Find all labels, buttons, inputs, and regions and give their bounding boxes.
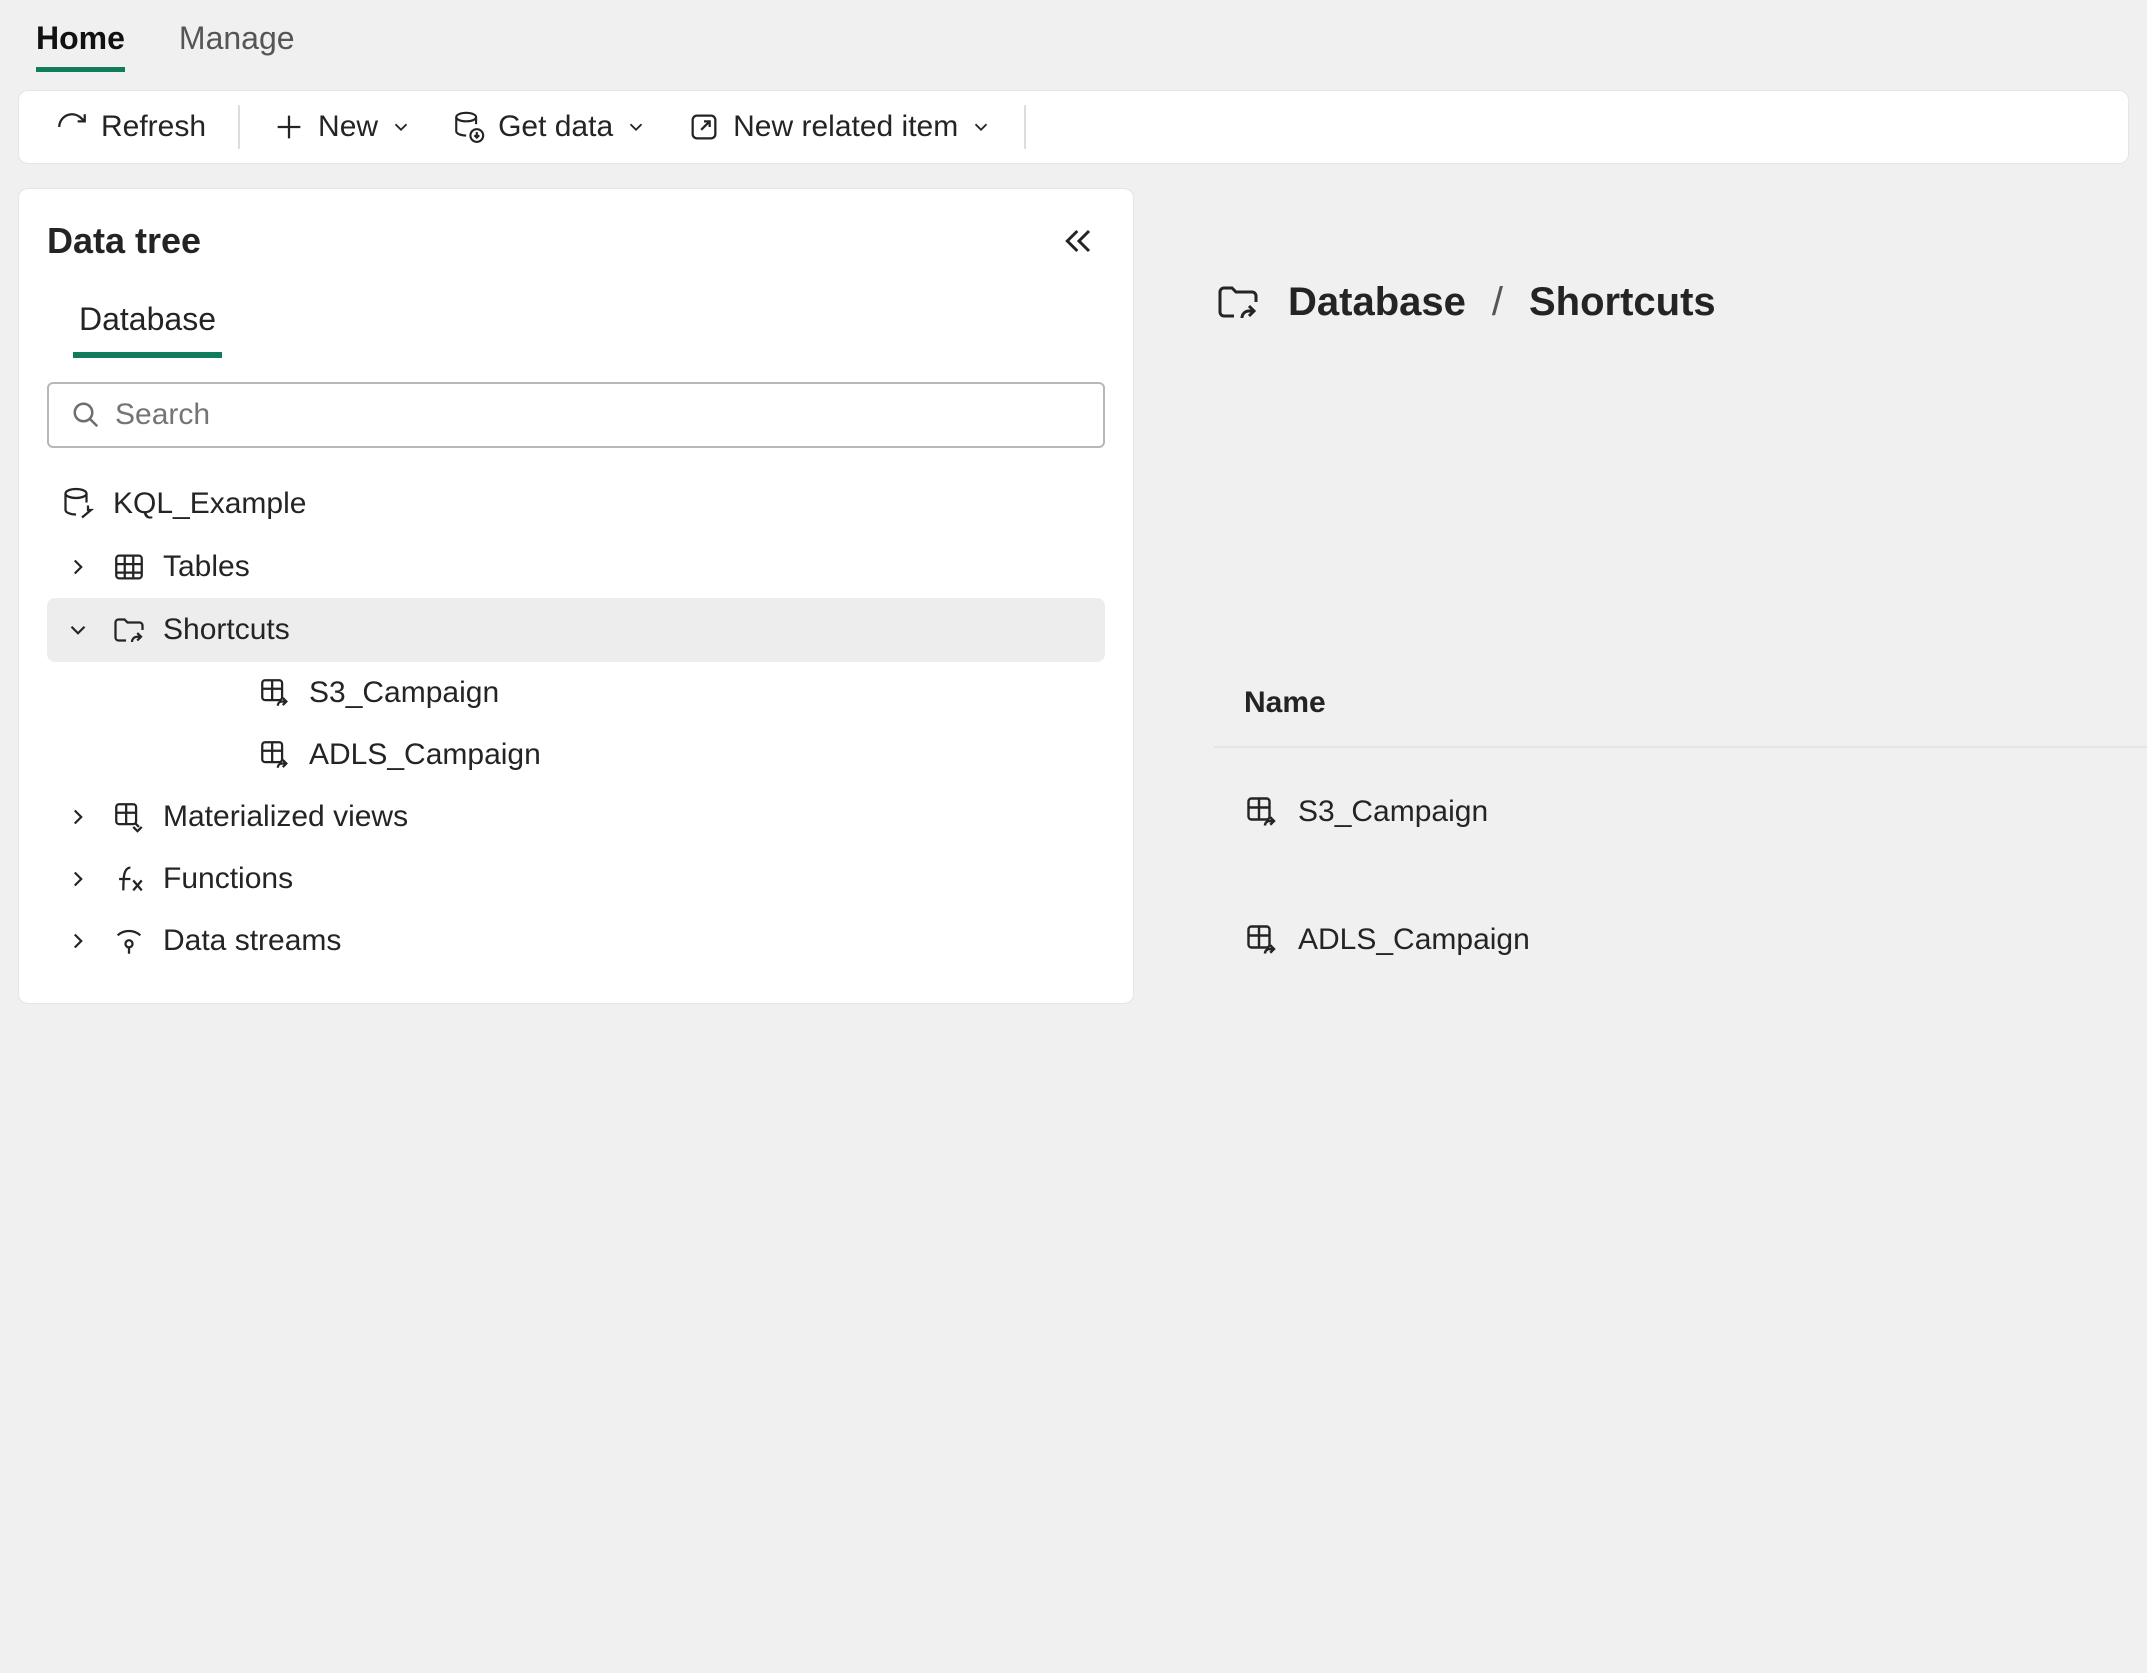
tree-node-label: Data streams [163, 924, 341, 958]
refresh-icon [55, 110, 89, 144]
plus-icon [272, 110, 306, 144]
tree-node-functions[interactable]: Functions [47, 848, 1105, 910]
search-input[interactable] [115, 398, 1081, 432]
materialized-view-icon [111, 800, 147, 834]
search-icon [71, 400, 101, 430]
breadcrumb: Database / Shortcuts [1214, 278, 2147, 326]
chevron-down-icon [970, 116, 992, 138]
breadcrumb-item[interactable]: Database [1288, 280, 1466, 325]
breadcrumb-separator: / [1492, 280, 1503, 325]
table-shortcut-icon [257, 676, 293, 710]
tree-leaf-shortcut[interactable]: S3_Campaign [47, 662, 1105, 724]
tree-node-label: Materialized views [163, 800, 408, 834]
content-pane: Database / Shortcuts Name S3_Campaign [1134, 188, 2147, 1004]
tree-node-matviews[interactable]: Materialized views [47, 786, 1105, 848]
folder-shortcut-icon [111, 612, 147, 648]
chevron-down-icon [61, 617, 95, 643]
data-stream-icon [111, 924, 147, 958]
newrelated-button[interactable]: New related item [679, 106, 1000, 148]
chevron-right-icon [61, 554, 95, 580]
toolbar-separator [1024, 105, 1026, 149]
column-header-name[interactable]: Name [1214, 686, 2147, 748]
tree-leaf-label: S3_Campaign [309, 676, 499, 710]
nav-tab-home[interactable]: Home [36, 20, 125, 72]
tree-root[interactable]: KQL_Example [47, 472, 1105, 536]
list-item-label: S3_Campaign [1298, 795, 1488, 829]
chevron-right-icon [61, 866, 95, 892]
new-button[interactable]: New [264, 106, 420, 148]
tab-database[interactable]: Database [73, 289, 222, 358]
nav-tabs: Home Manage [0, 0, 2147, 72]
database-shortcut-icon [61, 486, 97, 522]
tree-leaf-label: ADLS_Campaign [309, 738, 541, 772]
chevron-right-icon [61, 804, 95, 830]
table-shortcut-icon [1244, 794, 1280, 830]
database-download-icon [452, 110, 486, 144]
chevron-down-icon [390, 116, 412, 138]
open-icon [687, 110, 721, 144]
collapse-panel-button[interactable] [1053, 215, 1105, 267]
tree-node-datastreams[interactable]: Data streams [47, 910, 1105, 972]
table-icon [111, 550, 147, 584]
refresh-button[interactable]: Refresh [47, 106, 214, 148]
toolbar-separator [238, 105, 240, 149]
folder-shortcut-icon [1214, 278, 1262, 326]
tree-node-label: Shortcuts [163, 613, 290, 647]
chevron-down-icon [625, 116, 647, 138]
refresh-label: Refresh [101, 110, 206, 144]
tree-node-tables[interactable]: Tables [47, 536, 1105, 598]
toolbar: Refresh New [18, 90, 2129, 164]
newrelated-label: New related item [733, 110, 958, 144]
data-tree-title: Data tree [47, 220, 201, 262]
list-item[interactable]: S3_Campaign [1214, 748, 2147, 876]
table-shortcut-icon [257, 738, 293, 772]
getdata-button[interactable]: Get data [444, 106, 655, 148]
tree-node-label: Tables [163, 550, 250, 584]
tree: KQL_Example Tables [47, 472, 1105, 972]
getdata-label: Get data [498, 110, 613, 144]
data-tree-panel: Data tree Database [18, 188, 1134, 1004]
tree-root-label: KQL_Example [113, 487, 306, 521]
tree-node-shortcuts[interactable]: Shortcuts [47, 598, 1105, 662]
list-item[interactable]: ADLS_Campaign [1214, 876, 2147, 1004]
search-box[interactable] [47, 382, 1105, 448]
chevron-right-icon [61, 928, 95, 954]
list-item-label: ADLS_Campaign [1298, 923, 1530, 957]
nav-tab-manage[interactable]: Manage [179, 20, 295, 67]
tree-node-label: Functions [163, 862, 293, 896]
breadcrumb-item: Shortcuts [1529, 280, 1716, 325]
new-label: New [318, 110, 378, 144]
table-shortcut-icon [1244, 922, 1280, 958]
tree-leaf-shortcut[interactable]: ADLS_Campaign [47, 724, 1105, 786]
chevron-double-left-icon [1059, 221, 1099, 261]
function-icon [111, 862, 147, 896]
